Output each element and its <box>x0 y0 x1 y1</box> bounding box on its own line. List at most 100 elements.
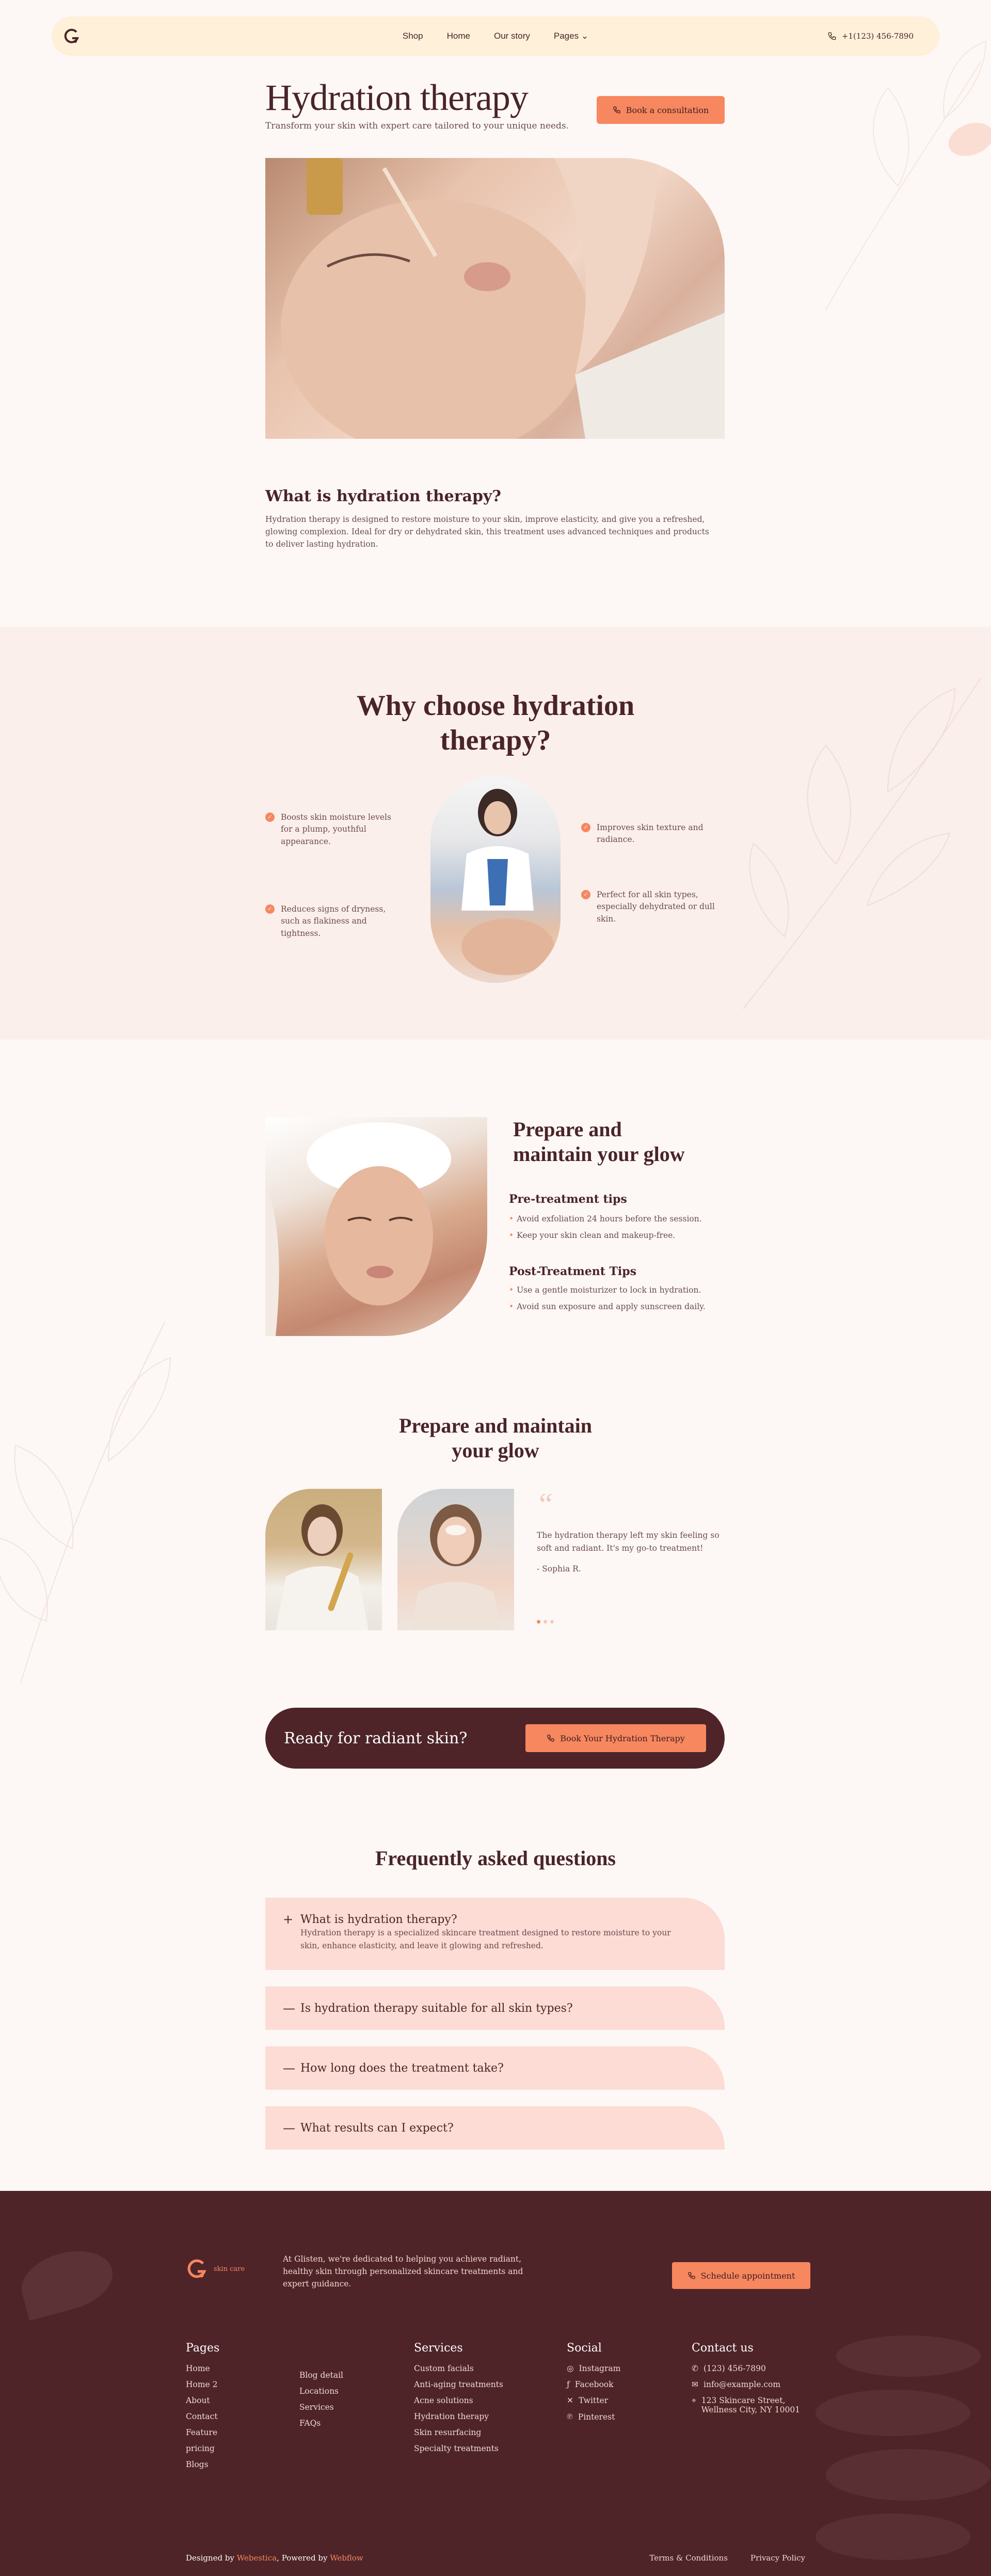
footer-link[interactable]: Locations <box>299 2387 343 2396</box>
phone-icon: ✆ <box>692 2364 698 2373</box>
leaf-decoration-left <box>0 1321 171 1683</box>
footer-link[interactable]: Specialty treatments <box>414 2444 503 2453</box>
why-item: ✓ Improves skin texture and radiance. <box>581 822 721 846</box>
nav-phone-link[interactable]: +1(123) 456-7890 <box>827 31 914 41</box>
why-item-text: Boosts skin moisture levels for a plump,… <box>281 813 391 846</box>
brand-logo[interactable] <box>62 26 83 46</box>
slider-dot-active[interactable] <box>537 1620 540 1624</box>
footer-link[interactable]: Custom facials <box>414 2364 503 2373</box>
facebook-icon: ƒ <box>567 2380 570 2389</box>
schedule-appointment-button[interactable]: Schedule appointment <box>672 2262 810 2289</box>
footer-link[interactable]: Anti-aging treatments <box>414 2380 503 2389</box>
footer-link[interactable]: Blogs <box>186 2460 219 2469</box>
footer-address-line2: Wellness City, NY 10001 <box>701 2405 801 2414</box>
footer-link[interactable]: pricing <box>186 2444 219 2453</box>
nav-link-pages[interactable]: Pages ⌄ <box>554 31 588 41</box>
footer-leaf-decoration <box>816 2335 991 2560</box>
footer-services-title: Services <box>414 2342 463 2355</box>
footer-address: ⌖ 123 Skincare Street, Wellness City, NY 1… <box>692 2396 800 2414</box>
footer-link[interactable]: FAQs <box>299 2419 343 2428</box>
check-icon: ✓ <box>265 813 275 822</box>
quote-icon: “ <box>539 1487 553 1521</box>
slider-dot[interactable] <box>550 1620 554 1624</box>
prepare-image-illustration <box>265 1122 451 1336</box>
footer-brand[interactable]: skin care <box>186 2257 245 2281</box>
footer-legal: Terms & Conditions Privacy Policy <box>649 2553 805 2563</box>
book-consultation-button[interactable]: Book a consultation <box>597 96 725 124</box>
bullet-icon: • <box>509 1214 514 1223</box>
faq-question: What results can I expect? <box>300 2121 454 2135</box>
book-hydration-button[interactable]: Book Your Hydration Therapy <box>525 1724 706 1752</box>
hero-image <box>265 158 725 439</box>
faq-item[interactable]: — How long does the treatment take? <box>265 2046 725 2090</box>
social-label: Twitter <box>579 2396 609 2405</box>
nav-link-shop[interactable]: Shop <box>403 31 423 41</box>
powered-prefix: , Powered by <box>277 2553 330 2563</box>
top-navbar: Shop Home Our story Pages ⌄ +1(123) 456-… <box>52 17 939 56</box>
pre-treatment-title: Pre-treatment tips <box>509 1192 627 1206</box>
nav-phone-number: +1(123) 456-7890 <box>841 31 914 41</box>
slider-dot[interactable] <box>544 1620 547 1624</box>
why-title-line2: therapy? <box>440 724 551 757</box>
minus-icon: — <box>283 2061 295 2075</box>
what-is-text: Hydration therapy is designed to restore… <box>265 515 709 549</box>
pre-tip: • Keep your skin clean and makeup-free. <box>509 1231 675 1240</box>
footer-pages-col: Pages Home Home 2 About Contact Feature … <box>186 2342 219 2476</box>
prepare-title-line2: maintain your glow <box>513 1142 685 1166</box>
why-item: ✓ Boosts skin moisture levels for a plum… <box>265 812 405 848</box>
footer-link[interactable]: Home <box>186 2364 219 2373</box>
testimonial-image <box>397 1489 514 1630</box>
faq-item[interactable]: — Is hydration therapy suitable for all s… <box>265 1986 725 2030</box>
faq-item[interactable]: — What results can I expect? <box>265 2106 725 2150</box>
footer-link[interactable]: Feature <box>186 2428 219 2437</box>
post-treatment-title: Post-Treatment Tips <box>509 1265 637 1278</box>
footer-services-col: Services Custom facials Anti-aging treat… <box>414 2342 503 2460</box>
footer-phone-link[interactable]: ✆ (123) 456-7890 <box>692 2364 800 2373</box>
phone-icon <box>828 32 836 40</box>
footer-link[interactable]: Skin resurfacing <box>414 2428 503 2437</box>
chevron-down-icon: ⌄ <box>581 31 589 41</box>
social-link-facebook[interactable]: ƒ Facebook <box>567 2380 620 2389</box>
faq-question: Is hydration therapy suitable for all sk… <box>300 2001 573 2015</box>
schedule-appointment-label: Schedule appointment <box>700 2270 795 2281</box>
designer-link[interactable]: Webestica <box>237 2553 277 2563</box>
pre-tip-text: Keep your skin clean and makeup-free. <box>517 1231 676 1240</box>
prepare-image <box>265 1117 487 1336</box>
phone-icon <box>613 106 620 114</box>
footer-link[interactable]: Contact <box>186 2412 219 2421</box>
webflow-link[interactable]: Webflow <box>330 2553 363 2563</box>
why-choose-image <box>430 776 561 983</box>
nav-link-our-story[interactable]: Our story <box>494 31 530 41</box>
footer-email-link[interactable]: ✉ info@example.com <box>692 2380 800 2389</box>
post-tip-text: Avoid sun exposure and apply sunscreen d… <box>517 1302 706 1311</box>
footer-link[interactable]: Blog detail <box>299 2371 343 2380</box>
faq-question: How long does the treatment take? <box>300 2061 504 2075</box>
footer-link[interactable]: Services <box>299 2403 343 2412</box>
what-is-title: What is hydration therapy? <box>265 487 501 505</box>
social-label: Instagram <box>579 2364 621 2373</box>
instagram-icon: ◎ <box>567 2364 574 2373</box>
leaf-decoration-top-right <box>825 40 987 310</box>
social-link-pinterest[interactable]: ℗ Pinterest <box>567 2412 620 2422</box>
footer-link[interactable]: Hydration therapy <box>414 2412 503 2421</box>
mail-icon: ✉ <box>692 2380 698 2389</box>
minus-icon: — <box>283 2121 295 2135</box>
why-item: ✓ Reduces signs of dryness, such as flak… <box>265 903 405 940</box>
footer-link[interactable]: Home 2 <box>186 2380 219 2389</box>
footer-link[interactable]: About <box>186 2396 219 2405</box>
privacy-link[interactable]: Privacy Policy <box>750 2553 805 2563</box>
terms-link[interactable]: Terms & Conditions <box>649 2553 727 2563</box>
footer-link[interactable]: Acne solutions <box>414 2396 503 2405</box>
bullet-icon: • <box>509 1231 514 1240</box>
post-tip-text: Use a gentle moisturizer to lock in hydr… <box>517 1285 701 1295</box>
footer-social-title: Social <box>567 2342 602 2355</box>
footer-contact-title: Contact us <box>692 2342 754 2355</box>
nav-link-home[interactable]: Home <box>447 31 470 41</box>
testimonials-title-line1: Prepare and maintain <box>398 1414 593 1437</box>
pinterest-icon: ℗ <box>567 2412 573 2421</box>
social-link-instagram[interactable]: ◎ Instagram <box>567 2364 620 2373</box>
social-link-twitter[interactable]: ✕ Twitter <box>567 2396 620 2405</box>
faq-item[interactable]: + What is hydration therapy? Hydration th… <box>265 1898 725 1970</box>
social-label: Facebook <box>574 2380 614 2389</box>
testimonial-image-illustration <box>411 1504 501 1630</box>
